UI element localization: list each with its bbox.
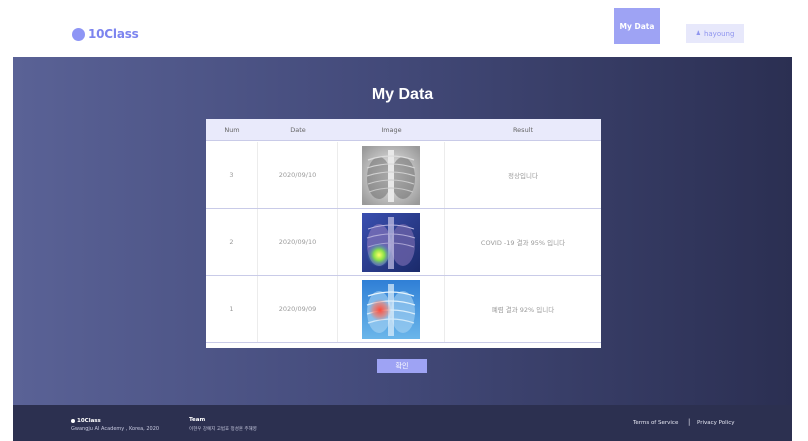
logo-dot-icon: [72, 27, 85, 41]
column-header-result: Result: [512, 126, 534, 134]
row-date: 2020/09/09: [258, 276, 338, 342]
user-menu-button[interactable]: ♟ hayoung: [686, 24, 744, 43]
column-header-num: Num: [224, 126, 240, 134]
row-date: 2020/09/10: [258, 142, 338, 208]
privacy-policy-link[interactable]: Privacy Policy: [697, 420, 734, 426]
footer-team-label: Team: [189, 417, 206, 423]
row-image-cell: [338, 276, 445, 342]
table-row[interactable]: 2 2020/09/10 COVID -19 결과 95% 입니다: [206, 209, 601, 276]
page-title: My Data: [371, 86, 434, 103]
data-table: Num Date Image Result 3 2020/09/10 정상입니다…: [206, 119, 601, 348]
row-num: 3: [206, 142, 258, 208]
column-header-image: Image: [381, 126, 402, 134]
person-icon: ♟: [695, 30, 701, 37]
header: 10Class My Data ♟ hayoung: [0, 0, 808, 57]
row-num: 1: [206, 276, 258, 342]
chest-xray-pneumonia-heatmap-image[interactable]: [362, 279, 420, 339]
row-result: 폐렴 결과 92% 입니다: [491, 306, 555, 314]
logo-text: 10Class: [88, 27, 139, 41]
main-section: My Data Num Date Image Result 3 2020/09/…: [13, 57, 792, 405]
row-image-cell: [338, 209, 445, 275]
nav-my-data-button[interactable]: My Data: [614, 8, 660, 44]
logo[interactable]: 10Class: [72, 27, 139, 41]
terms-of-service-link[interactable]: Terms of Service: [633, 420, 678, 426]
footer-separator: |: [688, 418, 691, 426]
footer-brand-text: 10Class: [77, 418, 101, 424]
footer-brand: 10Class: [71, 418, 101, 424]
footer: 10Class Gwangju AI Academy , Korea, 2020…: [13, 405, 792, 441]
table-row[interactable]: 3 2020/09/10 정상입니다: [206, 142, 601, 209]
chest-xray-normal-image[interactable]: [362, 145, 420, 205]
row-result: 정상입니다: [508, 172, 538, 180]
table-row[interactable]: 1 2020/09/09 폐렴 결과 92% 입니다: [206, 276, 601, 343]
chest-xray-covid-heatmap-image[interactable]: [362, 212, 420, 272]
row-image-cell: [338, 142, 445, 208]
footer-team-members: 이현우 강예지 고범효 정성훈 주해영: [189, 427, 257, 432]
column-header-date: Date: [290, 126, 306, 134]
footer-logo-dot-icon: [71, 419, 75, 423]
user-name: hayoung: [703, 29, 735, 38]
row-date: 2020/09/10: [258, 209, 338, 275]
table-header: Num Date Image Result: [206, 119, 601, 141]
confirm-button[interactable]: 확인: [377, 359, 427, 373]
row-result: COVID -19 결과 95% 입니다: [480, 239, 566, 247]
row-num: 2: [206, 209, 258, 275]
footer-academy: Gwangju AI Academy , Korea, 2020: [71, 426, 160, 432]
